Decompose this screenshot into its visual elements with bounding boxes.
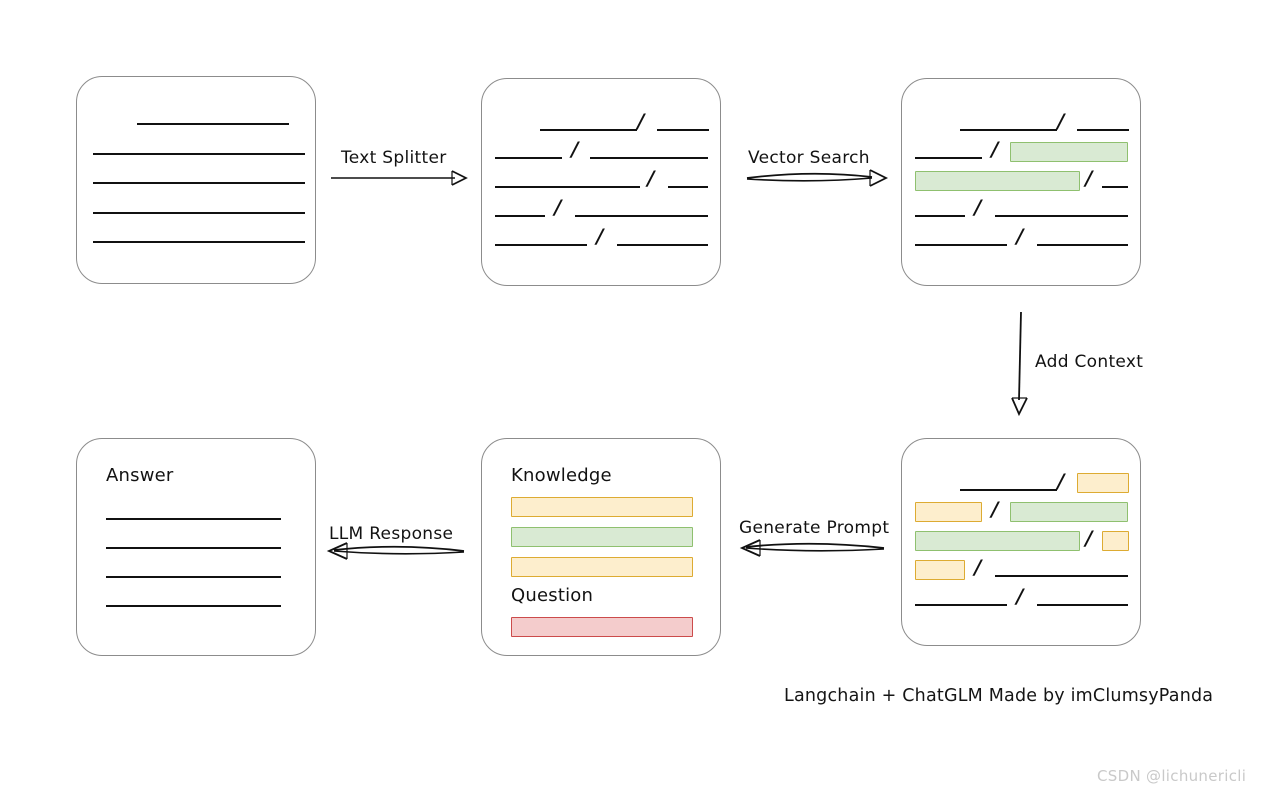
- doc-line: [106, 547, 281, 549]
- highlight-chip-green[interactable]: [1010, 142, 1128, 162]
- slash-glyph: /: [1016, 584, 1024, 608]
- doc-line: [106, 605, 281, 607]
- highlight-chip-green[interactable]: [915, 171, 1080, 191]
- highlight-chip-yellow[interactable]: [915, 560, 965, 580]
- doc-line: [540, 129, 637, 131]
- slash-glyph: /: [991, 137, 999, 161]
- doc-line: [93, 182, 305, 184]
- knowledge-chip-2[interactable]: [511, 527, 693, 547]
- highlight-chip-green[interactable]: [1010, 502, 1128, 522]
- doc-line: [93, 153, 305, 155]
- text-splitter-label: Text Splitter: [341, 148, 447, 168]
- slash-glyph: /: [1057, 469, 1065, 493]
- doc-line: [915, 244, 1007, 246]
- doc-line: [495, 215, 545, 217]
- doc-line: [575, 215, 708, 217]
- vector-matched-document-box[interactable]: / / / / /: [901, 78, 1141, 286]
- highlight-chip-green[interactable]: [915, 531, 1080, 551]
- slash-glyph: /: [1085, 526, 1093, 550]
- llm-response-arrow: [326, 542, 465, 560]
- doc-line: [915, 215, 965, 217]
- add-context-label: Add Context: [1035, 352, 1144, 372]
- doc-line: [93, 241, 305, 243]
- highlight-chip-yellow[interactable]: [915, 502, 982, 522]
- vector-search-label: Vector Search: [748, 148, 870, 168]
- doc-line: [995, 575, 1128, 577]
- doc-line: [590, 157, 708, 159]
- doc-line: [1037, 604, 1128, 606]
- csdn-watermark: CSDN @lichunericli: [1097, 767, 1247, 785]
- slash-glyph: /: [974, 195, 982, 219]
- diagram-canvas: / / / / / / / / / / / / / / / Knowledge …: [0, 0, 1262, 792]
- generate-prompt-arrow: [739, 539, 885, 557]
- doc-line: [960, 129, 1057, 131]
- doc-line: [668, 186, 708, 188]
- highlight-chip-yellow[interactable]: [1102, 531, 1129, 551]
- doc-line: [495, 244, 587, 246]
- doc-line: [106, 518, 281, 520]
- text-splitter-arrow: [331, 170, 468, 186]
- highlight-chip-yellow[interactable]: [1077, 473, 1129, 493]
- question-label: Question: [511, 585, 594, 606]
- doc-line: [106, 576, 281, 578]
- answer-label: Answer: [106, 465, 174, 486]
- doc-line: [995, 215, 1128, 217]
- slash-glyph: /: [596, 224, 604, 248]
- vector-search-arrow: [746, 169, 889, 187]
- knowledge-chip-3[interactable]: [511, 557, 693, 577]
- knowledge-label: Knowledge: [511, 465, 612, 486]
- footer-credit: Langchain + ChatGLM Made by imClumsyPand…: [784, 686, 1214, 706]
- doc-line: [495, 186, 640, 188]
- doc-line: [1102, 186, 1128, 188]
- doc-line: [1077, 129, 1129, 131]
- slash-glyph: /: [637, 109, 645, 133]
- answer-box[interactable]: Answer: [76, 438, 316, 656]
- slash-glyph: /: [1016, 224, 1024, 248]
- context-document-box[interactable]: / / / / /: [901, 438, 1141, 646]
- doc-line: [93, 212, 305, 214]
- slash-glyph: /: [991, 497, 999, 521]
- doc-line: [1037, 244, 1128, 246]
- split-document-box[interactable]: / / / / /: [481, 78, 721, 286]
- doc-line: [617, 244, 708, 246]
- slash-glyph: /: [1085, 166, 1093, 190]
- generate-prompt-label: Generate Prompt: [739, 518, 890, 538]
- question-chip-1[interactable]: [511, 617, 693, 637]
- doc-line: [915, 157, 982, 159]
- prompt-box[interactable]: Knowledge Question: [481, 438, 721, 656]
- slash-glyph: /: [647, 166, 655, 190]
- doc-line: [657, 129, 709, 131]
- doc-line: [495, 157, 562, 159]
- llm-response-label: LLM Response: [329, 524, 454, 544]
- slash-glyph: /: [1057, 109, 1065, 133]
- doc-line: [915, 604, 1007, 606]
- source-document-box[interactable]: [76, 76, 316, 284]
- doc-line: [960, 489, 1057, 491]
- slash-glyph: /: [554, 195, 562, 219]
- doc-line: [137, 123, 289, 125]
- slash-glyph: /: [974, 555, 982, 579]
- add-context-arrow: [1011, 311, 1028, 417]
- slash-glyph: /: [571, 137, 579, 161]
- knowledge-chip-1[interactable]: [511, 497, 693, 517]
